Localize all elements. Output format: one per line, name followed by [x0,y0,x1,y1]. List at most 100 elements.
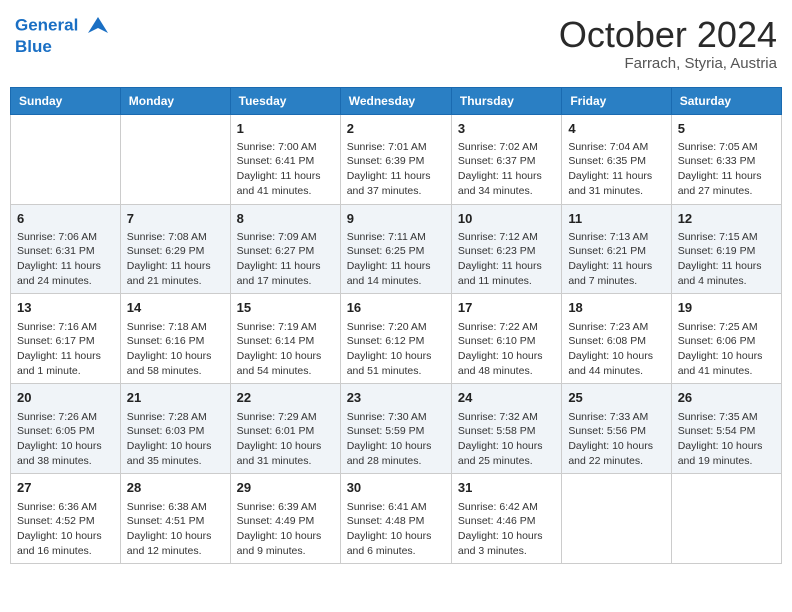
day-number: 29 [237,479,334,497]
calendar-cell: 1 Sunrise: 7:00 AMSunset: 6:41 PMDaylight… [230,114,340,204]
calendar-cell: 26Sunrise: 7:35 AMSunset: 5:54 PMDayligh… [671,384,781,474]
day-number: 23 [347,389,445,407]
cell-sun-info: Sunrise: 7:25 AMSunset: 6:06 PMDaylight:… [678,320,775,379]
cell-sun-info: Sunrise: 7:30 AMSunset: 5:59 PMDaylight:… [347,410,445,469]
calendar-cell: 29 Sunrise: 6:39 AMSunset: 4:49 PMDayligh… [230,474,340,564]
month-title: October 2024 [559,15,777,55]
header-friday: Friday [562,87,671,114]
day-number: 2 [347,120,445,138]
day-number: 7 [127,210,224,228]
calendar-cell: 18 Sunrise: 7:23 AMSunset: 6:08 PMDayligh… [562,294,671,384]
calendar-cell: 3 Sunrise: 7:02 AMSunset: 6:37 PMDaylight… [451,114,561,204]
day-number: 20 [17,389,114,407]
day-number: 8 [237,210,334,228]
cell-sun-info: Sunrise: 7:23 AMSunset: 6:08 PMDaylight:… [568,320,664,379]
calendar-cell: 8 Sunrise: 7:09 AMSunset: 6:27 PMDaylight… [230,204,340,294]
day-number: 24 [458,389,555,407]
calendar-cell: 20 Sunrise: 7:26 AMSunset: 6:05 PMDayligh… [11,384,121,474]
calendar-week-row: 6Sunrise: 7:06 AMSunset: 6:31 PMDaylight… [11,204,782,294]
cell-sun-info: Sunrise: 7:01 AMSunset: 6:39 PMDaylight:… [347,140,445,199]
calendar-cell [562,474,671,564]
cell-sun-info: Sunrise: 7:09 AMSunset: 6:27 PMDaylight:… [237,230,334,289]
calendar-cell: 31 Sunrise: 6:42 AMSunset: 4:46 PMDayligh… [451,474,561,564]
cell-sun-info: Sunrise: 7:06 AMSunset: 6:31 PMDaylight:… [17,230,114,289]
cell-sun-info: Sunrise: 7:22 AMSunset: 6:10 PMDaylight:… [458,320,555,379]
day-number: 14 [127,299,224,317]
calendar-cell: 22 Sunrise: 7:29 AMSunset: 6:01 PMDayligh… [230,384,340,474]
calendar-cell: 15 Sunrise: 7:19 AMSunset: 6:14 PMDayligh… [230,294,340,384]
day-number: 15 [237,299,334,317]
cell-sun-info: Sunrise: 7:18 AMSunset: 6:16 PMDaylight:… [127,320,224,379]
cell-sun-info: Sunrise: 6:42 AMSunset: 4:46 PMDaylight:… [458,500,555,559]
day-number: 22 [237,389,334,407]
day-number: 13 [17,299,114,317]
cell-sun-info: Sunrise: 6:36 AMSunset: 4:52 PMDaylight:… [17,500,114,559]
cell-sun-info: Sunrise: 7:00 AMSunset: 6:41 PMDaylight:… [237,140,334,199]
calendar-cell [671,474,781,564]
calendar-cell: 27Sunrise: 6:36 AMSunset: 4:52 PMDayligh… [11,474,121,564]
day-number: 12 [678,210,775,228]
calendar-cell: 11Sunrise: 7:13 AMSunset: 6:21 PMDayligh… [562,204,671,294]
calendar-week-row: 27Sunrise: 6:36 AMSunset: 4:52 PMDayligh… [11,474,782,564]
day-number: 28 [127,479,224,497]
day-number: 30 [347,479,445,497]
cell-sun-info: Sunrise: 7:02 AMSunset: 6:37 PMDaylight:… [458,140,555,199]
cell-sun-info: Sunrise: 7:26 AMSunset: 6:05 PMDaylight:… [17,410,114,469]
title-block: October 2024 Farrach, Styria, Austria [559,15,777,72]
location-title: Farrach, Styria, Austria [559,55,777,72]
day-number: 18 [568,299,664,317]
day-number: 21 [127,389,224,407]
day-number: 3 [458,120,555,138]
cell-sun-info: Sunrise: 7:32 AMSunset: 5:58 PMDaylight:… [458,410,555,469]
cell-sun-info: Sunrise: 7:19 AMSunset: 6:14 PMDaylight:… [237,320,334,379]
day-number: 16 [347,299,445,317]
cell-sun-info: Sunrise: 7:33 AMSunset: 5:56 PMDaylight:… [568,410,664,469]
day-number: 31 [458,479,555,497]
cell-sun-info: Sunrise: 7:29 AMSunset: 6:01 PMDaylight:… [237,410,334,469]
day-number: 4 [568,120,664,138]
header-monday: Monday [120,87,230,114]
calendar-cell: 28 Sunrise: 6:38 AMSunset: 4:51 PMDayligh… [120,474,230,564]
cell-sun-info: Sunrise: 7:05 AMSunset: 6:33 PMDaylight:… [678,140,775,199]
day-number: 11 [568,210,664,228]
calendar-cell: 21 Sunrise: 7:28 AMSunset: 6:03 PMDayligh… [120,384,230,474]
calendar-cell [120,114,230,204]
calendar-cell: 6Sunrise: 7:06 AMSunset: 6:31 PMDaylight… [11,204,121,294]
header-wednesday: Wednesday [340,87,451,114]
cell-sun-info: Sunrise: 6:38 AMSunset: 4:51 PMDaylight:… [127,500,224,559]
calendar-week-row: 20 Sunrise: 7:26 AMSunset: 6:05 PMDayligh… [11,384,782,474]
calendar-cell: 24 Sunrise: 7:32 AMSunset: 5:58 PMDayligh… [451,384,561,474]
calendar-cell: 7 Sunrise: 7:08 AMSunset: 6:29 PMDaylight… [120,204,230,294]
calendar-cell: 16Sunrise: 7:20 AMSunset: 6:12 PMDayligh… [340,294,451,384]
header-sunday: Sunday [11,87,121,114]
calendar-cell: 9Sunrise: 7:11 AMSunset: 6:25 PMDaylight… [340,204,451,294]
logo-text: General [15,15,113,37]
day-number: 10 [458,210,555,228]
logo-bird-icon [84,15,112,37]
day-number: 25 [568,389,664,407]
header-thursday: Thursday [451,87,561,114]
cell-sun-info: Sunrise: 7:15 AMSunset: 6:19 PMDaylight:… [678,230,775,289]
cell-sun-info: Sunrise: 7:35 AMSunset: 5:54 PMDaylight:… [678,410,775,469]
cell-sun-info: Sunrise: 7:28 AMSunset: 6:03 PMDaylight:… [127,410,224,469]
calendar-cell: 17 Sunrise: 7:22 AMSunset: 6:10 PMDayligh… [451,294,561,384]
calendar-cell: 19Sunrise: 7:25 AMSunset: 6:06 PMDayligh… [671,294,781,384]
header-saturday: Saturday [671,87,781,114]
cell-sun-info: Sunrise: 7:04 AMSunset: 6:35 PMDaylight:… [568,140,664,199]
calendar-cell: 23 Sunrise: 7:30 AMSunset: 5:59 PMDayligh… [340,384,451,474]
cell-sun-info: Sunrise: 7:08 AMSunset: 6:29 PMDaylight:… [127,230,224,289]
cell-sun-info: Sunrise: 7:16 AMSunset: 6:17 PMDaylight:… [17,320,114,379]
cell-sun-info: Sunrise: 7:12 AMSunset: 6:23 PMDaylight:… [458,230,555,289]
calendar-cell [11,114,121,204]
logo-blue-text: Blue [15,37,113,57]
day-number: 1 [237,120,334,138]
cell-sun-info: Sunrise: 6:39 AMSunset: 4:49 PMDaylight:… [237,500,334,559]
page-header: General Blue October 2024 Farrach, Styri… [10,10,782,77]
day-number: 17 [458,299,555,317]
calendar-week-row: 13 Sunrise: 7:16 AMSunset: 6:17 PMDayligh… [11,294,782,384]
calendar-cell: 25 Sunrise: 7:33 AMSunset: 5:56 PMDayligh… [562,384,671,474]
calendar-week-row: 1 Sunrise: 7:00 AMSunset: 6:41 PMDaylight… [11,114,782,204]
calendar-cell: 30Sunrise: 6:41 AMSunset: 4:48 PMDayligh… [340,474,451,564]
calendar-cell: 5Sunrise: 7:05 AMSunset: 6:33 PMDaylight… [671,114,781,204]
calendar-header-row: SundayMondayTuesdayWednesdayThursdayFrid… [11,87,782,114]
